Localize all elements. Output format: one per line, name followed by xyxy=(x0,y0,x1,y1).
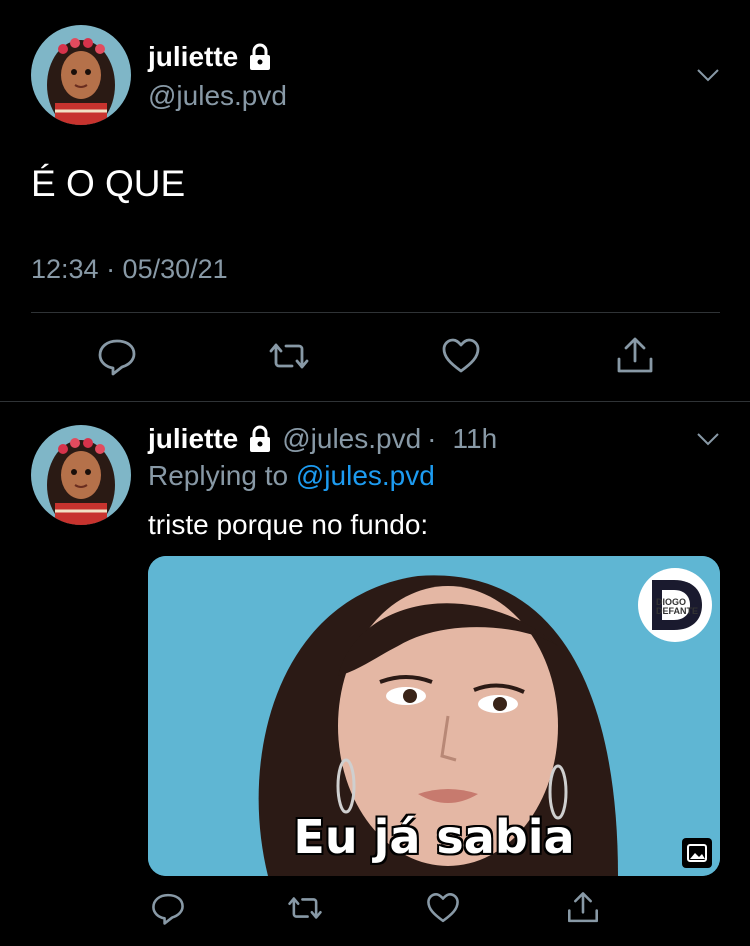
lock-icon xyxy=(250,425,271,452)
reply-handle[interactable]: @jules.pvd xyxy=(282,423,421,455)
reply-text: triste porque no fundo: xyxy=(148,509,429,540)
share-icon[interactable] xyxy=(614,335,656,377)
reply-age[interactable]: 11h xyxy=(453,423,498,455)
handle[interactable]: @jules.pvd xyxy=(148,80,287,112)
tweet-text: É O QUE xyxy=(31,163,186,204)
media-caption: Eu já sabia xyxy=(293,810,575,864)
watermark-logo: DIOGO DEFANTE xyxy=(638,568,712,642)
display-name[interactable]: juliette xyxy=(148,41,238,73)
logo-text: DIOGO DEFANTE xyxy=(656,597,699,616)
chevron-down-icon[interactable] xyxy=(694,425,722,453)
image-icon xyxy=(682,838,712,868)
reply-author-row: juliette @jules.pvd · 11h xyxy=(148,423,497,455)
share-icon[interactable] xyxy=(565,890,601,926)
like-icon[interactable] xyxy=(440,335,482,377)
section-divider xyxy=(0,401,750,402)
avatar[interactable] xyxy=(31,25,131,125)
author-row: juliette xyxy=(148,41,272,73)
avatar-image xyxy=(31,25,131,125)
divider xyxy=(31,312,720,313)
reply-avatar[interactable] xyxy=(31,425,131,525)
reply-icon[interactable] xyxy=(96,335,138,377)
replying-to-prefix: Replying to xyxy=(148,460,289,491)
avatar-image xyxy=(31,425,131,525)
chevron-down-icon[interactable] xyxy=(694,61,722,89)
retweet-icon[interactable] xyxy=(287,890,323,926)
lock-icon xyxy=(250,43,271,70)
reply-display-name[interactable]: juliette xyxy=(148,423,238,455)
tweet-timestamp[interactable]: 12:34 · 05/30/21 xyxy=(31,254,228,285)
retweet-icon[interactable] xyxy=(268,335,310,377)
mention-link[interactable]: @jules.pvd xyxy=(296,460,435,491)
like-icon[interactable] xyxy=(425,890,461,926)
separator: · xyxy=(427,423,437,454)
replying-to: Replying to @jules.pvd xyxy=(148,460,435,492)
media-gif[interactable]: DIOGO DEFANTE Eu já sabia xyxy=(148,556,720,876)
reply-icon[interactable] xyxy=(150,890,186,926)
